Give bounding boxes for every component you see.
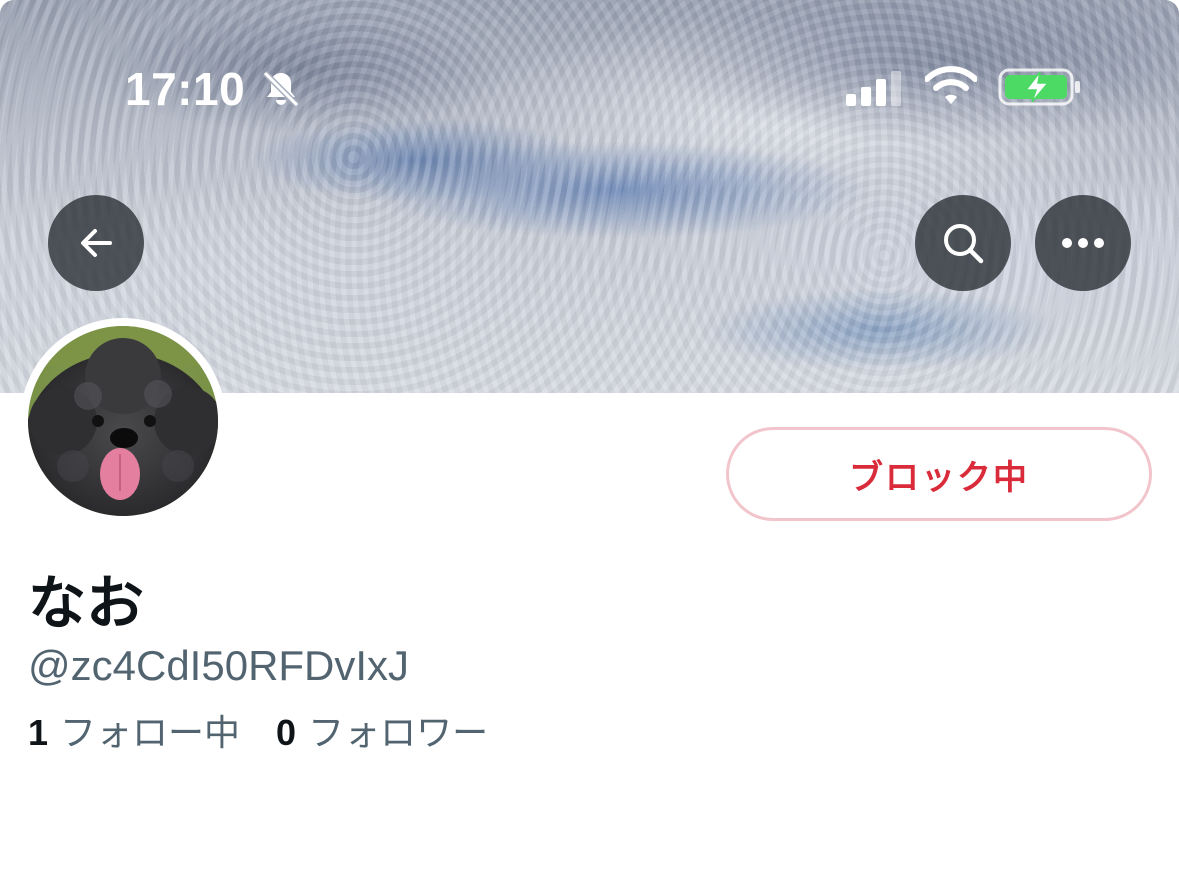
- back-button[interactable]: [48, 195, 144, 291]
- user-handle: @zc4CdI50RFDvIxJ: [28, 642, 410, 689]
- dog-photo: [28, 326, 218, 516]
- status-time: 17:10: [125, 63, 246, 115]
- followers-count: 0: [276, 712, 297, 753]
- blocked-button[interactable]: ブロック中: [726, 427, 1152, 521]
- back-arrow-icon: [81, 229, 112, 257]
- battery-charging-icon: [998, 68, 1080, 106]
- search-icon: [944, 224, 984, 264]
- following-label: フォロー中: [60, 712, 241, 753]
- avatar-image: [28, 326, 218, 516]
- follow-stats: 1 フォロー中 0 フォロワー: [28, 704, 488, 756]
- profile-screen: 17:10 ブロック中 なお @zc4CdI50RFDvIxJ 1 フォロー中 …: [0, 0, 1179, 896]
- mute-icon: [262, 70, 300, 108]
- followers-link[interactable]: 0 フォロワー: [276, 704, 488, 756]
- avatar[interactable]: [20, 318, 226, 524]
- display-name: なお: [28, 571, 145, 636]
- more-icon: [1062, 238, 1104, 248]
- more-options-button[interactable]: [1035, 195, 1131, 291]
- search-button[interactable]: [915, 195, 1011, 291]
- followers-label: フォロワー: [308, 712, 489, 753]
- wifi-icon: [925, 66, 977, 104]
- signal-icon: [846, 71, 901, 106]
- following-count: 1: [28, 712, 49, 753]
- following-link[interactable]: 1 フォロー中: [28, 704, 240, 756]
